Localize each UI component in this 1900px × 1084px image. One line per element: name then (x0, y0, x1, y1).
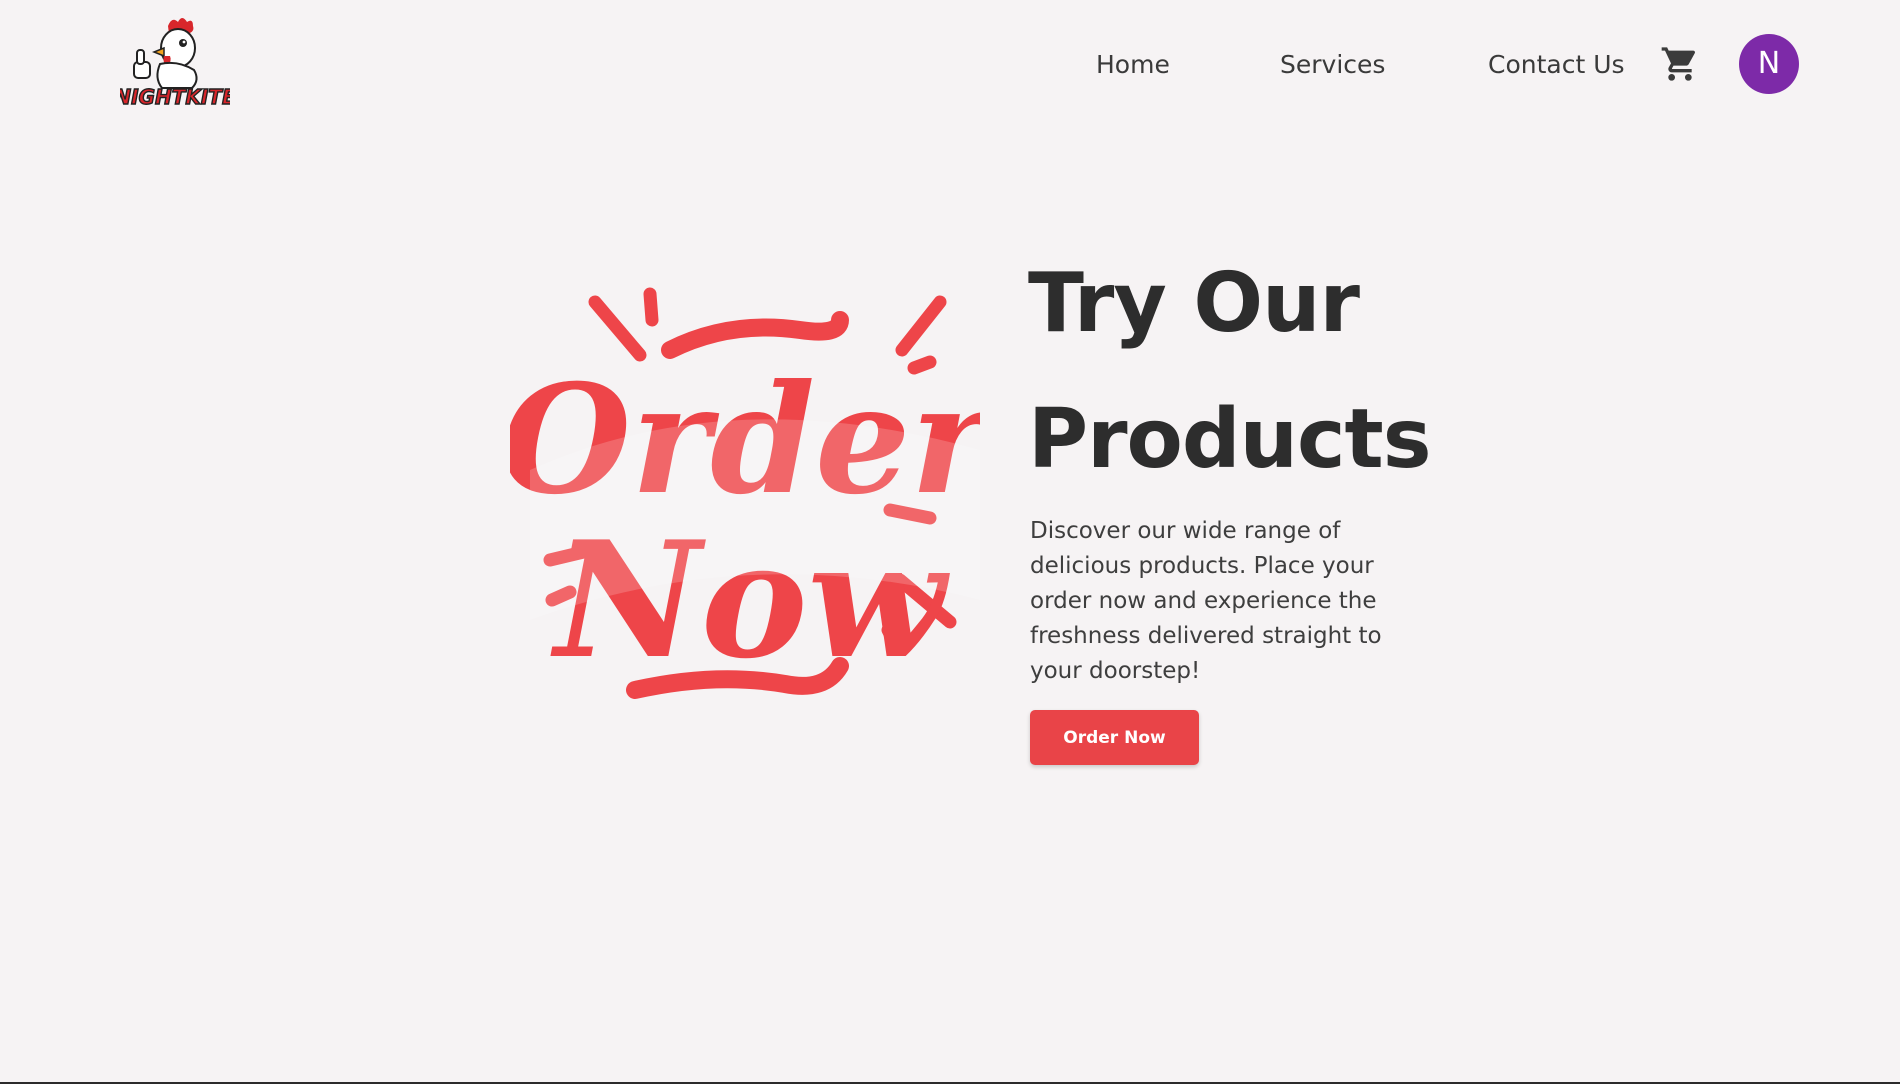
page: NIGHTKITE Home Services Contact Us N Ord… (0, 0, 1900, 1084)
hero-title-line2: Products (1028, 392, 1432, 487)
hero-description: Discover our wide range of delicious pro… (1030, 518, 1382, 684)
shopping-cart-icon[interactable] (1660, 44, 1700, 84)
user-avatar[interactable]: N (1739, 34, 1799, 94)
nav-services[interactable]: Services (1280, 40, 1385, 90)
nav-contact-us[interactable]: Contact Us (1488, 40, 1625, 90)
logo-wordmark: NIGHTKITE (120, 85, 230, 109)
hero-title-line1: Try Our (1028, 256, 1360, 351)
brand-logo[interactable]: NIGHTKITE (114, 12, 237, 112)
order-now-button[interactable]: Order Now (1030, 710, 1199, 765)
nav-home[interactable]: Home (1096, 40, 1170, 90)
chicken-logo-icon: NIGHTKITE (114, 18, 237, 110)
hero-title: Try Our Products (1028, 236, 1548, 508)
order-now-illustration: Order Now (500, 270, 999, 710)
